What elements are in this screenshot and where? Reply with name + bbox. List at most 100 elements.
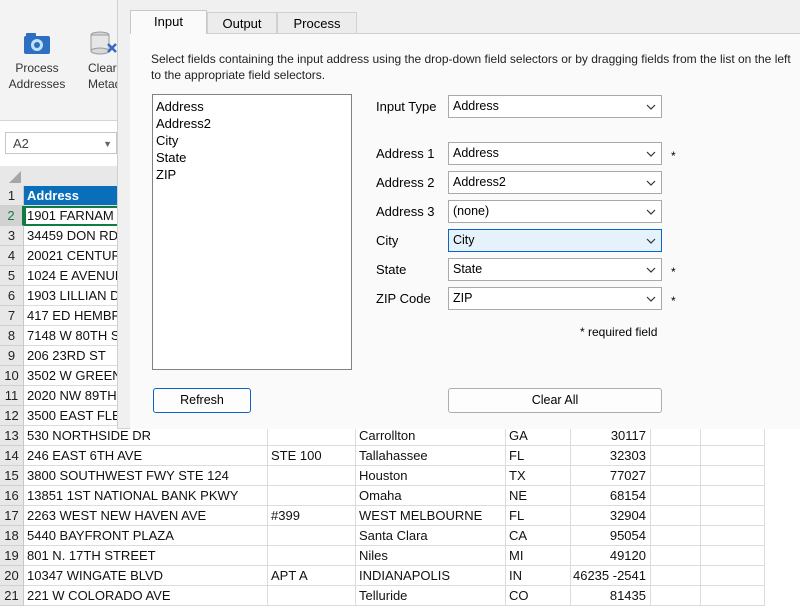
clear-metadata-button[interactable]: Clear Metada [72, 22, 118, 92]
table-cell[interactable]: 95054 [571, 526, 651, 546]
row-header[interactable]: 5 [0, 266, 24, 286]
table-cell[interactable] [651, 426, 701, 446]
table-cell[interactable]: 49120 [571, 546, 651, 566]
table-cell[interactable]: STE 100 [268, 446, 356, 466]
table-cell[interactable]: 32904 [571, 506, 651, 526]
table-cell[interactable]: NE [506, 486, 571, 506]
table-cell[interactable]: 81435 [571, 586, 651, 606]
table-cell[interactable] [651, 466, 701, 486]
table-cell[interactable]: 246 EAST 6TH AVE [24, 446, 268, 466]
table-cell[interactable] [651, 526, 701, 546]
table-cell[interactable]: WEST MELBOURNE [356, 506, 506, 526]
field-list-item-state[interactable]: State [156, 149, 348, 166]
table-cell[interactable]: FL [506, 506, 571, 526]
table-cell[interactable] [701, 546, 765, 566]
row-header[interactable]: 7 [0, 306, 24, 326]
table-cell[interactable]: CO [506, 586, 571, 606]
table-cell[interactable] [268, 586, 356, 606]
field-list-item-zip[interactable]: ZIP [156, 166, 348, 183]
row-header[interactable]: 17 [0, 506, 24, 526]
city-select[interactable]: City [448, 229, 662, 252]
table-cell[interactable] [268, 526, 356, 546]
table-cell[interactable]: 221 W COLORADO AVE [24, 586, 268, 606]
table-cell[interactable]: 530 NORTHSIDE DR [24, 426, 268, 446]
table-cell[interactable]: 10347 WINGATE BLVD [24, 566, 268, 586]
field-list-item-address2[interactable]: Address2 [156, 115, 348, 132]
row-header[interactable]: 21 [0, 586, 24, 606]
table-cell[interactable]: FL [506, 446, 571, 466]
table-cell[interactable]: 3800 SOUTHWEST FWY STE 124 [24, 466, 268, 486]
table-cell[interactable]: 13851 1ST NATIONAL BANK PKWY [24, 486, 268, 506]
table-cell[interactable]: Houston [356, 466, 506, 486]
table-cell[interactable] [651, 446, 701, 466]
row-header[interactable]: 14 [0, 446, 24, 466]
table-cell[interactable]: MI [506, 546, 571, 566]
table-cell[interactable] [701, 446, 765, 466]
table-cell[interactable]: 32303 [571, 446, 651, 466]
table-cell[interactable]: Niles [356, 546, 506, 566]
row-header[interactable]: 12 [0, 406, 24, 426]
table-cell[interactable]: 68154 [571, 486, 651, 506]
table-cell[interactable]: INDIANAPOLIS [356, 566, 506, 586]
row-header[interactable]: 8 [0, 326, 24, 346]
name-box[interactable]: A2 ▼ [5, 132, 117, 154]
table-cell[interactable] [651, 506, 701, 526]
row-header[interactable]: 18 [0, 526, 24, 546]
row-header[interactable]: 16 [0, 486, 24, 506]
table-cell[interactable] [701, 566, 765, 586]
state-select[interactable]: State [448, 258, 662, 281]
table-cell[interactable] [651, 586, 701, 606]
table-cell[interactable]: TX [506, 466, 571, 486]
row-header[interactable]: 15 [0, 466, 24, 486]
table-cell[interactable]: 2263 WEST NEW HAVEN AVE [24, 506, 268, 526]
row-header[interactable]: 6 [0, 286, 24, 306]
table-cell[interactable] [651, 486, 701, 506]
table-cell[interactable]: 5440 BAYFRONT PLAZA [24, 526, 268, 546]
table-cell[interactable]: Carrollton [356, 426, 506, 446]
table-cell[interactable]: Telluride [356, 586, 506, 606]
table-cell[interactable] [701, 466, 765, 486]
row-header[interactable]: 20 [0, 566, 24, 586]
table-cell[interactable] [701, 506, 765, 526]
table-cell[interactable]: #399 [268, 506, 356, 526]
zip-code-select[interactable]: ZIP [448, 287, 662, 310]
table-cell[interactable]: IN [506, 566, 571, 586]
row-header[interactable]: 2 [0, 206, 24, 226]
table-cell[interactable] [701, 586, 765, 606]
table-cell[interactable]: 801 N. 17TH STREET [24, 546, 268, 566]
table-cell[interactable] [701, 426, 765, 446]
row-header[interactable]: 10 [0, 366, 24, 386]
clear-all-button[interactable]: Clear All [448, 388, 662, 413]
table-cell[interactable] [268, 546, 356, 566]
table-cell[interactable] [268, 426, 356, 446]
table-cell[interactable] [651, 546, 701, 566]
table-cell[interactable]: GA [506, 426, 571, 446]
table-cell[interactable]: 30117 [571, 426, 651, 446]
table-cell[interactable] [701, 526, 765, 546]
address3-select[interactable]: (none) [448, 200, 662, 223]
field-list-item-address[interactable]: Address [156, 98, 348, 115]
process-addresses-button[interactable]: Process Addresses [2, 22, 72, 92]
tab-input[interactable]: Input [130, 10, 207, 34]
row-header[interactable]: 11 [0, 386, 24, 406]
row-header[interactable]: 13 [0, 426, 24, 446]
input-type-select[interactable]: Address [448, 95, 662, 118]
row-header[interactable]: 4 [0, 246, 24, 266]
tab-process[interactable]: Process [277, 12, 357, 33]
refresh-button[interactable]: Refresh [153, 388, 251, 413]
field-list-item-city[interactable]: City [156, 132, 348, 149]
select-all-corner[interactable] [9, 171, 21, 183]
address1-select[interactable]: Address [448, 142, 662, 165]
row-header[interactable]: 9 [0, 346, 24, 366]
table-cell[interactable]: CA [506, 526, 571, 546]
table-cell[interactable]: 77027 [571, 466, 651, 486]
tab-output[interactable]: Output [207, 12, 277, 33]
table-cell[interactable]: Tallahassee [356, 446, 506, 466]
table-cell[interactable]: APT A [268, 566, 356, 586]
field-list[interactable]: Address Address2 City State ZIP [152, 94, 352, 370]
row-header[interactable]: 19 [0, 546, 24, 566]
table-cell[interactable]: 46235 -2541 [571, 566, 651, 586]
table-cell[interactable]: Omaha [356, 486, 506, 506]
address2-select[interactable]: Address2 [448, 171, 662, 194]
chevron-down-icon[interactable]: ▼ [103, 139, 112, 149]
